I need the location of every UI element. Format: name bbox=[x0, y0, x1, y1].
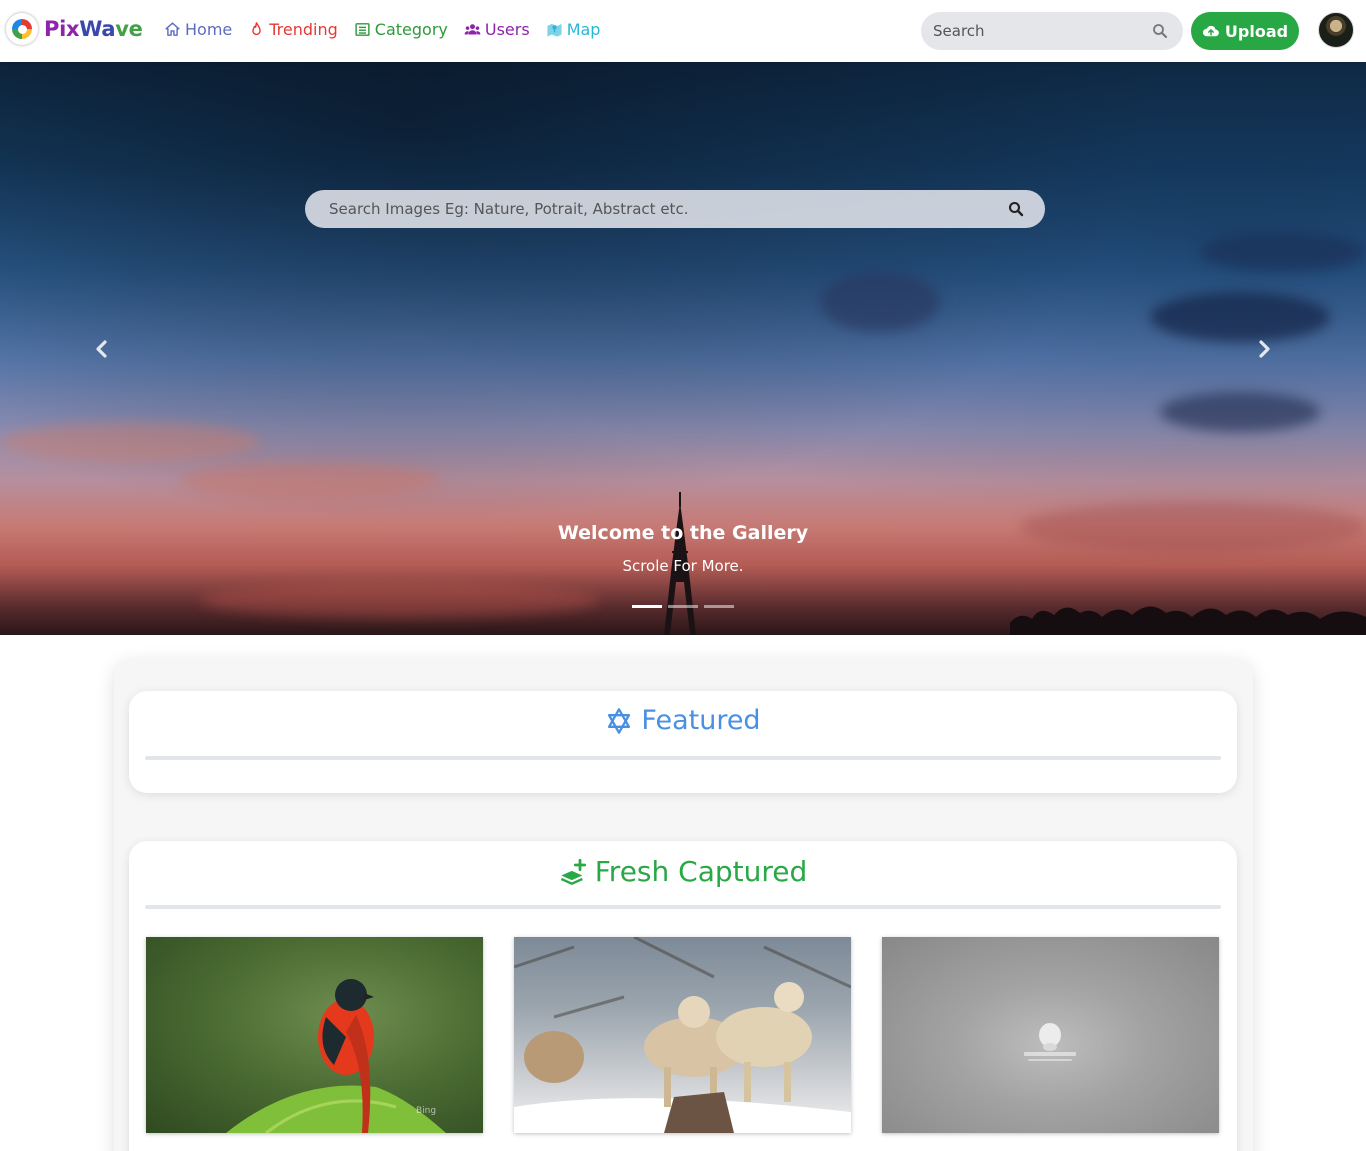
image-gallery: Bing bbox=[146, 937, 1219, 1133]
hero-search-input[interactable] bbox=[329, 200, 1007, 218]
search-icon[interactable] bbox=[1007, 200, 1025, 218]
section-divider bbox=[145, 756, 1221, 760]
section-divider bbox=[145, 905, 1221, 909]
upload-button-label: Upload bbox=[1224, 21, 1289, 41]
gallery-image-bird[interactable]: Bing bbox=[146, 937, 483, 1133]
wolves-image-art bbox=[514, 937, 851, 1133]
fresh-captured-title: Fresh Captured bbox=[594, 855, 808, 888]
carousel-indicators bbox=[632, 605, 734, 608]
nav-category[interactable]: Category bbox=[354, 20, 448, 39]
nav-map[interactable]: Map bbox=[546, 20, 601, 39]
image-watermark: Bing bbox=[416, 1106, 436, 1116]
map-icon bbox=[547, 23, 562, 37]
linux-image-art bbox=[1024, 1023, 1076, 1061]
nav-trending[interactable]: Trending bbox=[248, 20, 338, 39]
fire-icon bbox=[252, 22, 262, 36]
nav-trending-label: Trending bbox=[269, 20, 338, 39]
home-icon bbox=[165, 22, 180, 36]
hero-carousel: Welcome to the Gallery Scrole For More. bbox=[0, 62, 1366, 635]
gallery-image-linux[interactable] bbox=[882, 937, 1219, 1133]
carousel-caption-title: Welcome to the Gallery bbox=[557, 522, 809, 544]
nav-category-label: Category bbox=[374, 20, 448, 39]
layer-plus-icon bbox=[560, 858, 586, 885]
tower-silhouette bbox=[664, 492, 696, 635]
upload-button[interactable]: Upload bbox=[1191, 12, 1299, 50]
nav-users-label: Users bbox=[484, 20, 530, 39]
users-icon bbox=[464, 24, 481, 35]
brand-name: PixWave bbox=[44, 17, 143, 41]
featured-title: Featured bbox=[641, 705, 761, 736]
hero-search-bar bbox=[305, 190, 1045, 228]
featured-section: Featured bbox=[129, 691, 1237, 793]
tree-silhouette bbox=[1010, 606, 1366, 635]
top-navbar: PixWave Home Trending Category Users Map… bbox=[0, 0, 1366, 62]
nav-home-label: Home bbox=[185, 20, 233, 39]
carousel-indicator[interactable] bbox=[704, 605, 734, 608]
user-avatar[interactable] bbox=[1318, 12, 1354, 48]
logo-icon bbox=[6, 13, 38, 45]
carousel-prev-icon[interactable] bbox=[90, 337, 114, 361]
gallery-image-wolves[interactable] bbox=[514, 937, 851, 1133]
list-icon bbox=[355, 23, 370, 36]
search-icon[interactable] bbox=[1151, 22, 1169, 40]
nav-users[interactable]: Users bbox=[464, 20, 530, 39]
featured-heading: Featured bbox=[129, 705, 1237, 736]
carousel-indicator[interactable] bbox=[668, 605, 698, 608]
navbar-search bbox=[921, 12, 1183, 50]
fresh-captured-section: Fresh Captured Bing bbox=[129, 841, 1237, 1151]
star-of-david-icon bbox=[608, 707, 631, 734]
navbar-search-input[interactable] bbox=[933, 22, 1151, 40]
bird-image-art: Bing bbox=[226, 979, 446, 1133]
carousel-next-icon[interactable] bbox=[1252, 337, 1276, 361]
main-nav: Home Trending Category Users Map bbox=[164, 20, 616, 39]
nav-home[interactable]: Home bbox=[164, 20, 232, 39]
carousel-caption-subtitle: Scrole For More. bbox=[622, 557, 744, 575]
content-container: Featured Fresh Captured Bing bbox=[114, 659, 1253, 1151]
carousel-indicator[interactable] bbox=[632, 605, 662, 608]
fresh-captured-heading: Fresh Captured bbox=[129, 855, 1237, 888]
cloud-upload-icon bbox=[1202, 25, 1219, 37]
brand-logo[interactable]: PixWave bbox=[6, 13, 143, 45]
nav-map-label: Map bbox=[566, 20, 601, 39]
